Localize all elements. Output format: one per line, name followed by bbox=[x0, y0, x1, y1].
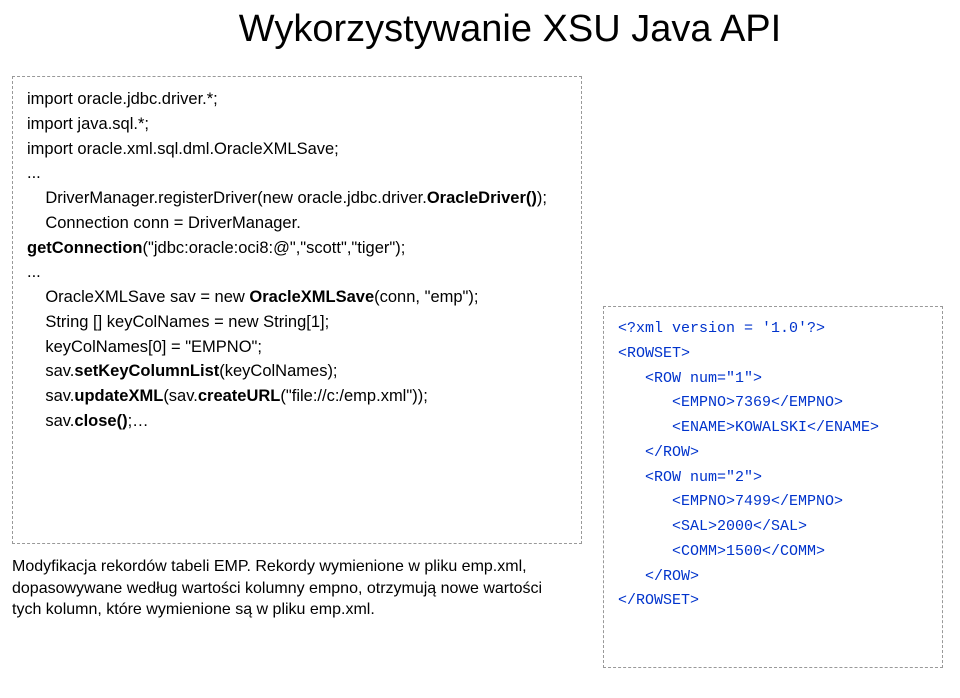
java-code-block: import oracle.jdbc.driver.*; import java… bbox=[12, 76, 582, 544]
xml-line: <?xml version = '1.0'?> bbox=[618, 317, 928, 342]
slide-title: Wykorzystywanie XSU Java API bbox=[0, 8, 960, 51]
xml-line: </ROWSET> bbox=[618, 589, 928, 614]
code-line: import oracle.xml.sql.dml.OracleXMLSave; bbox=[27, 137, 567, 162]
xml-output-block: <?xml version = '1.0'?> <ROWSET> <ROW nu… bbox=[603, 306, 943, 668]
xml-line: </ROW> bbox=[618, 441, 928, 466]
xml-line: <EMPNO>7369</EMPNO> bbox=[618, 391, 928, 416]
xml-line: <ROW num="1"> bbox=[618, 367, 928, 392]
code-line: Connection conn = DriverManager. bbox=[27, 211, 567, 236]
code-line: import java.sql.*; bbox=[27, 112, 567, 137]
code-line: getConnection("jdbc:oracle:oci8:@","scot… bbox=[27, 236, 567, 261]
code-line: sav.updateXML(sav.createURL("file://c:/e… bbox=[27, 384, 567, 409]
code-line: DriverManager.registerDriver(new oracle.… bbox=[27, 186, 567, 211]
xml-line: <ROW num="2"> bbox=[618, 466, 928, 491]
code-line: sav.close();… bbox=[27, 409, 567, 434]
code-line: import oracle.jdbc.driver.*; bbox=[27, 87, 567, 112]
code-line: sav.setKeyColumnList(keyColNames); bbox=[27, 359, 567, 384]
slide-caption: Modyfikacja rekordów tabeli EMP. Rekordy… bbox=[12, 556, 572, 621]
xml-line: <COMM>1500</COMM> bbox=[618, 540, 928, 565]
xml-line: </ROW> bbox=[618, 565, 928, 590]
code-line: OracleXMLSave sav = new OracleXMLSave(co… bbox=[27, 285, 567, 310]
xml-line: <ENAME>KOWALSKI</ENAME> bbox=[618, 416, 928, 441]
code-line: keyColNames[0] = "EMPNO"; bbox=[27, 335, 567, 360]
code-line: ... bbox=[27, 161, 567, 186]
xml-line: <EMPNO>7499</EMPNO> bbox=[618, 490, 928, 515]
xml-line: <ROWSET> bbox=[618, 342, 928, 367]
code-line: String [] keyColNames = new String[1]; bbox=[27, 310, 567, 335]
xml-line: <SAL>2000</SAL> bbox=[618, 515, 928, 540]
code-line: ... bbox=[27, 260, 567, 285]
